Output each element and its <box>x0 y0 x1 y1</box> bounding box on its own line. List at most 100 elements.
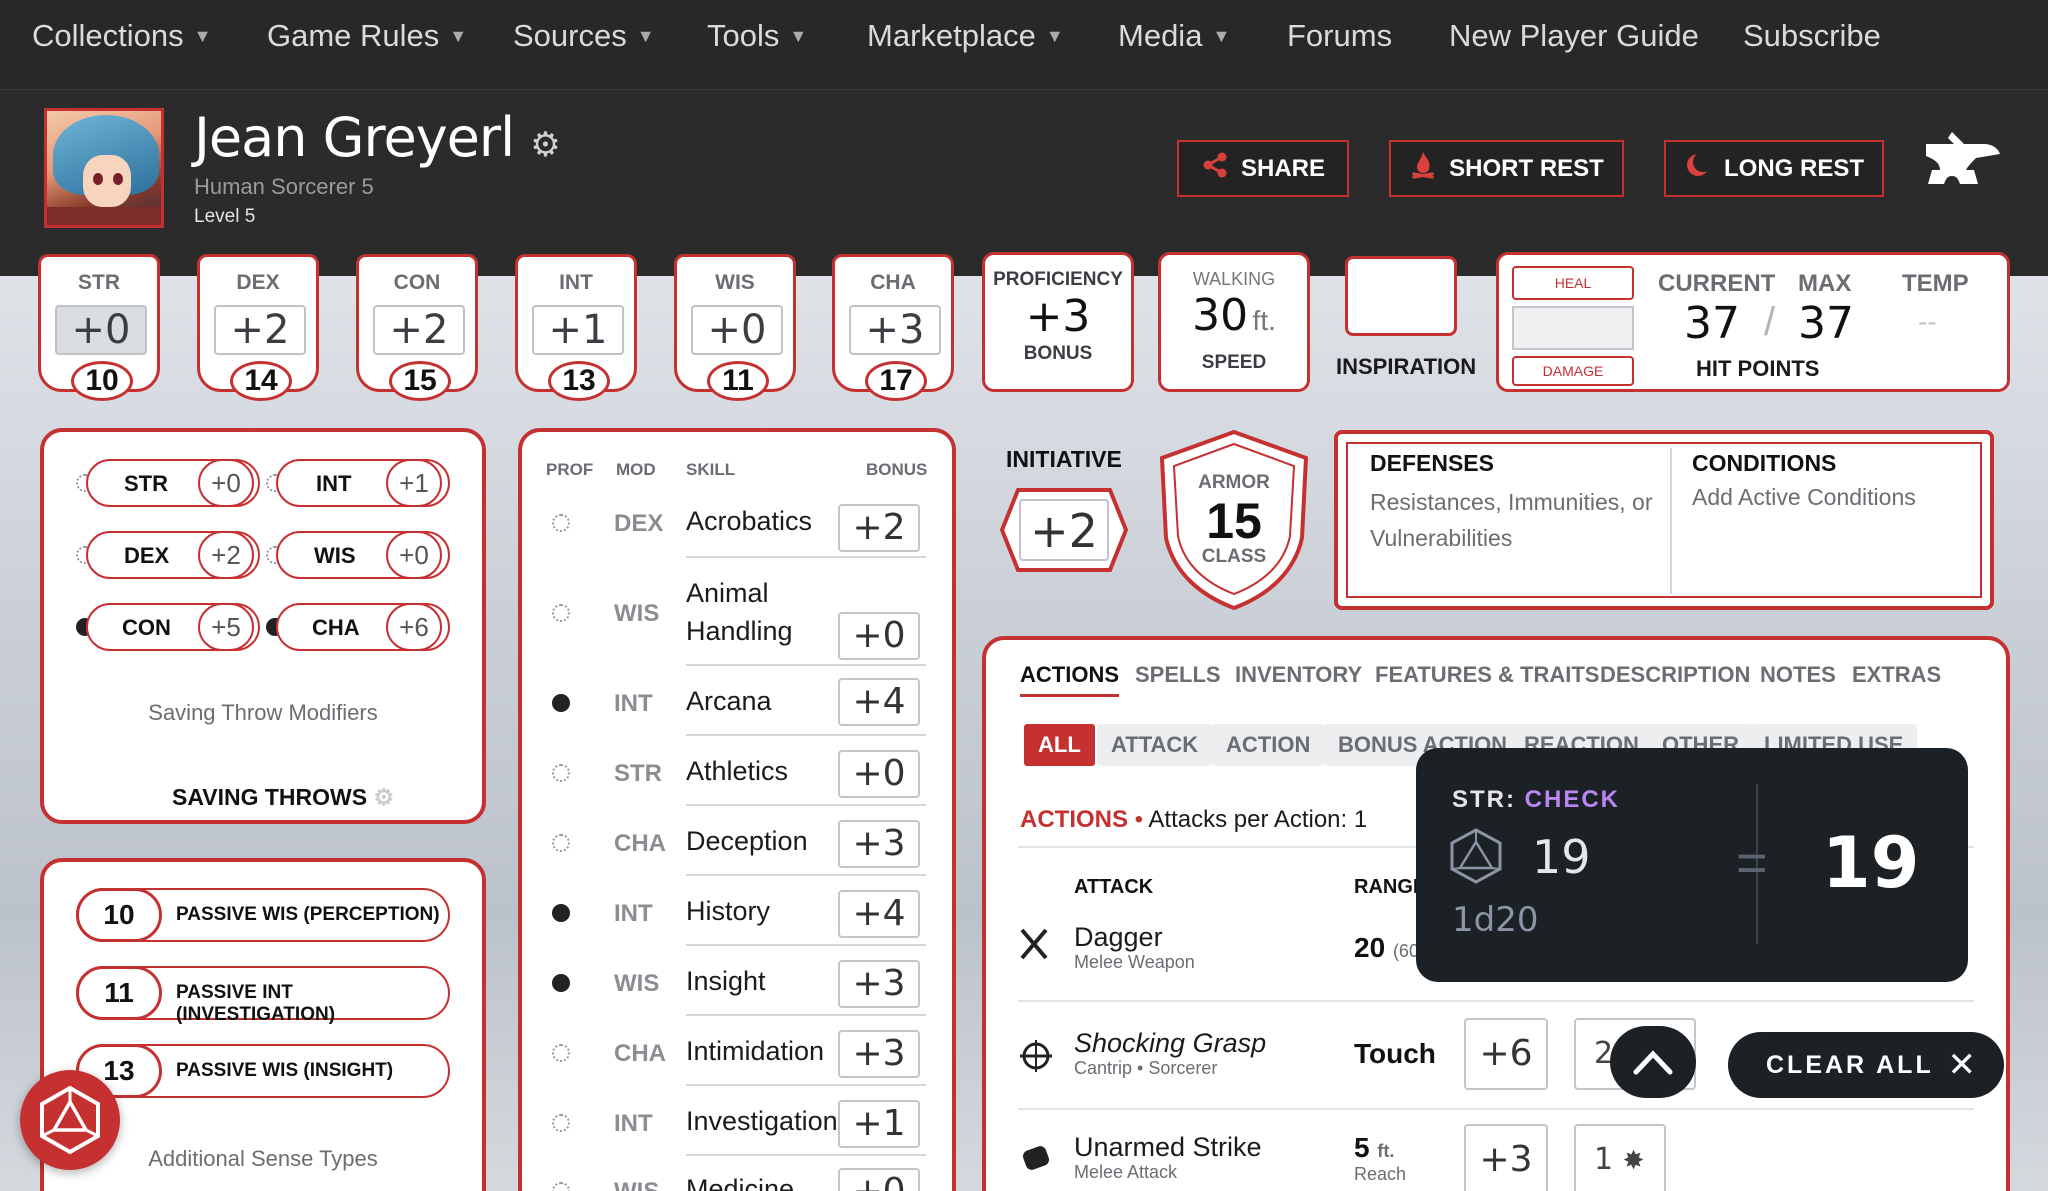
defenses-title[interactable]: DEFENSES <box>1370 450 1494 477</box>
clear-all-button[interactable]: CLEAR ALL ✕ <box>1728 1032 2004 1098</box>
skill-divider <box>686 556 926 558</box>
skill-name: Investigation <box>686 1106 838 1136</box>
tab-features-traits[interactable]: FEATURES & TRAITS <box>1375 662 1599 688</box>
gear-icon[interactable]: ⚙ <box>530 125 561 165</box>
skill-ability: INT <box>614 900 653 927</box>
nav-game-rules[interactable]: Game Rules ▼ <box>267 18 467 54</box>
skill-prof-dot <box>552 514 570 532</box>
d20-icon <box>1448 828 1504 884</box>
skills-header-mod: MOD <box>616 460 656 479</box>
conditions-title[interactable]: CONDITIONS <box>1692 450 1836 477</box>
nav-forums[interactable]: Forums <box>1287 18 1392 54</box>
tab-extras[interactable]: EXTRAS <box>1852 662 1941 688</box>
save-name: INT <box>316 471 352 496</box>
passive-label: PASSIVE WIS (PERCEPTION) <box>176 904 440 925</box>
ability-wis[interactable]: WIS +0 11 <box>674 254 796 401</box>
initiative-box[interactable]: +2 <box>998 486 1130 574</box>
ability-label: DEX <box>236 271 280 294</box>
attack-name[interactable]: Dagger <box>1074 922 1163 953</box>
character-name: Jean Greyerl ⚙ <box>194 106 561 169</box>
tab-notes[interactable]: NOTES <box>1760 662 1836 688</box>
filter-action[interactable]: ACTION <box>1212 724 1325 766</box>
filter-all[interactable]: ALL <box>1024 724 1095 766</box>
hp-temp-value[interactable]: -- <box>1918 306 1937 338</box>
damage-button[interactable]: DAMAGE <box>1512 356 1634 386</box>
ability-modifier: +1 <box>532 305 624 355</box>
nav-sources[interactable]: Sources ▼ <box>513 18 655 54</box>
short-rest-button[interactable]: SHORT REST <box>1389 140 1624 197</box>
skill-bonus[interactable]: +3 <box>838 1030 920 1078</box>
skill-divider <box>686 1084 926 1086</box>
range-value: 20 <box>1354 932 1386 963</box>
skill-row-medicine[interactable]: WIS Medicine +0 <box>540 1168 926 1191</box>
proficiency-bonus-label: BONUS <box>1023 343 1093 364</box>
ability-con[interactable]: CON +2 15 <box>356 254 478 401</box>
nav-label: New Player Guide <box>1449 18 1699 53</box>
scroll-up-button[interactable] <box>1610 1026 1696 1098</box>
campfire-icon <box>1409 150 1437 187</box>
skill-bonus[interactable]: +4 <box>838 890 920 938</box>
character-avatar[interactable] <box>44 108 164 228</box>
anvil-icon[interactable] <box>1922 128 2002 200</box>
ability-label: STR <box>78 271 120 294</box>
tab-inventory[interactable]: INVENTORY <box>1235 662 1362 688</box>
speed-label: SPEED <box>1201 352 1267 373</box>
nav-label: Sources <box>513 18 627 53</box>
attack-name[interactable]: Unarmed Strike <box>1074 1132 1262 1163</box>
dice-roll-result-popup[interactable]: STR: CHECK 19 1d20 = 19 <box>1416 748 1968 982</box>
roll-type: CHECK <box>1524 786 1621 813</box>
skill-prof-dot <box>552 1114 570 1132</box>
share-button[interactable]: SHARE <box>1177 140 1349 197</box>
tab-spells[interactable]: SPELLS <box>1135 662 1221 688</box>
long-rest-button[interactable]: LONG REST <box>1664 140 1884 197</box>
avatar-eye <box>113 173 123 185</box>
ability-str[interactable]: STR +0 10 <box>38 254 160 401</box>
skill-bonus[interactable]: +3 <box>838 820 920 868</box>
nav-media[interactable]: Media ▼ <box>1118 18 1230 54</box>
skill-bonus[interactable]: +2 <box>838 504 920 552</box>
skill-divider <box>686 664 926 666</box>
nav-subscribe[interactable]: Subscribe <box>1743 18 1881 54</box>
hp-amount-input[interactable] <box>1512 306 1634 350</box>
skill-name: Medicine <box>686 1174 795 1191</box>
divider <box>1670 448 1672 594</box>
nav-collections[interactable]: Collections ▼ <box>32 18 211 54</box>
skill-bonus[interactable]: +4 <box>838 678 920 726</box>
skill-bonus[interactable]: +0 <box>838 750 920 798</box>
ability-int[interactable]: INT +1 13 <box>515 254 637 401</box>
roll-title: STR: CHECK <box>1452 786 1620 814</box>
ability-dex[interactable]: DEX +2 14 <box>197 254 319 401</box>
tab-description[interactable]: DESCRIPTION <box>1600 662 1750 688</box>
attack-range: 20 (60 <box>1354 932 1419 964</box>
to-hit-button[interactable]: +6 <box>1464 1018 1548 1090</box>
attack-name[interactable]: Shocking Grasp <box>1074 1028 1266 1059</box>
dice-roller-button[interactable] <box>20 1070 120 1170</box>
skill-bonus[interactable]: +1 <box>838 1100 920 1148</box>
nav-tools[interactable]: Tools ▼ <box>707 18 807 54</box>
bludgeoning-icon: ✸ <box>1622 1146 1645 1176</box>
ability-cha[interactable]: CHA +3 17 <box>832 254 954 401</box>
clear-all-label: CLEAR ALL <box>1766 1051 1934 1079</box>
to-hit-button[interactable]: +3 <box>1464 1124 1548 1191</box>
skill-prof-dot <box>552 694 570 712</box>
gear-icon[interactable]: ⚙ <box>373 784 394 810</box>
tab-actions[interactable]: ACTIONS <box>1020 662 1119 697</box>
skill-bonus[interactable]: +3 <box>838 960 920 1008</box>
skill-ability: WIS <box>614 970 660 997</box>
filter-attack[interactable]: ATTACK <box>1097 724 1213 766</box>
heal-button[interactable]: HEAL <box>1512 266 1634 300</box>
skill-bonus[interactable]: +0 <box>838 612 920 660</box>
skill-divider <box>686 944 926 946</box>
nav-label: Collections <box>32 18 184 53</box>
hp-current-value[interactable]: 37 <box>1684 298 1740 349</box>
nav-marketplace[interactable]: Marketplace ▼ <box>867 18 1064 54</box>
skill-bonus[interactable]: +0 <box>838 1168 920 1191</box>
top-nav: Collections ▼ Game Rules ▼ Sources ▼ Tools ▼… <box>0 0 2048 90</box>
spell-icon <box>1018 1038 1054 1074</box>
skill-ability: WIS <box>614 600 660 627</box>
inspiration-toggle[interactable] <box>1345 256 1457 336</box>
damage-roll-button[interactable]: 1 ✸ <box>1574 1124 1666 1191</box>
conditions-text[interactable]: Add Active Conditions <box>1692 484 1916 511</box>
nav-new-player-guide[interactable]: New Player Guide <box>1449 18 1699 54</box>
share-label: SHARE <box>1240 154 1325 182</box>
